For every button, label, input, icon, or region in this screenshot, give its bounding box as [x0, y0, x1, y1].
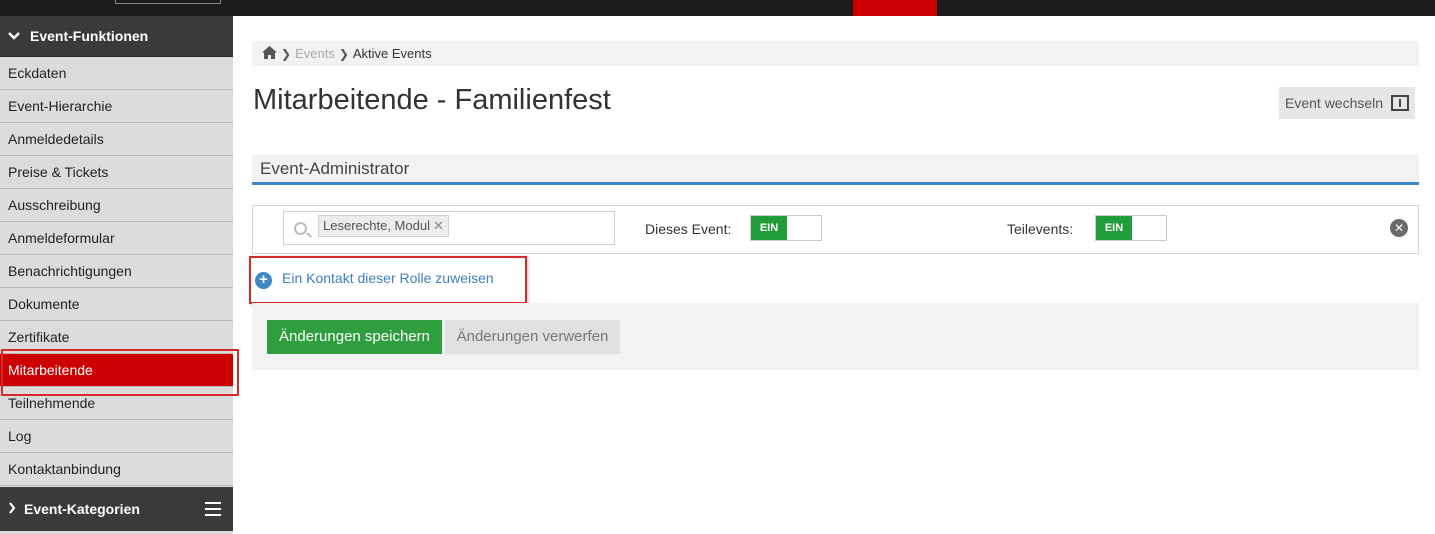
- breadcrumb-current: Aktive Events: [352, 46, 432, 61]
- chevron-down-icon: [8, 28, 22, 44]
- sidebar-item-ausschreibung[interactable]: Ausschreibung: [0, 189, 233, 222]
- sidebar-item-kontaktanbindung[interactable]: Kontaktanbindung: [0, 453, 233, 486]
- selected-role-label: Leserechte, Modul: [323, 218, 430, 233]
- this-event-label: Dieses Event:: [645, 221, 732, 237]
- sidebar-item-anmeldeformular[interactable]: Anmeldeformular: [0, 222, 233, 255]
- sidebar-item-zertifikate[interactable]: Zertifikate: [0, 321, 233, 354]
- sidebar-item-event-hierarchie[interactable]: Event-Hierarchie: [0, 90, 233, 123]
- top-bar: [0, 0, 1435, 16]
- breadcrumb-separator-icon: ❯: [281, 46, 292, 61]
- role-assignment-row: Leserechte, Modul ✕ Dieses Event: EIN Tei…: [252, 205, 1419, 254]
- sidebar-item-benachrichtigungen[interactable]: Benachrichtigungen: [0, 255, 233, 288]
- this-event-toggle-state: EIN: [751, 216, 787, 240]
- breadcrumb: ❯ Events ❯ Aktive Events: [252, 41, 1419, 66]
- section-title: Event-Administrator: [252, 155, 1419, 185]
- search-icon: [294, 222, 307, 235]
- sidebar-header-label: Event-Funktionen: [30, 28, 149, 44]
- sidebar-footer-categories[interactable]: Event-Kategorien: [0, 487, 233, 531]
- save-changes-button[interactable]: Änderungen speichern: [267, 320, 442, 354]
- close-icon[interactable]: ✕: [1390, 219, 1408, 237]
- hamburger-menu-icon[interactable]: [205, 502, 221, 516]
- assign-contact-link[interactable]: + Ein Kontakt dieser Rolle zuweisen: [249, 256, 527, 304]
- subevents-toggle[interactable]: EIN: [1095, 215, 1167, 241]
- layout-panel-icon: [1391, 95, 1409, 111]
- switch-event-label: Event wechseln: [1285, 95, 1384, 111]
- this-event-toggle[interactable]: EIN: [750, 215, 822, 241]
- sidebar-footer-label: Event-Kategorien: [24, 501, 140, 517]
- sidebar-item-dokumente[interactable]: Dokumente: [0, 288, 233, 321]
- switch-event-button[interactable]: Event wechseln: [1279, 87, 1415, 119]
- subevents-label: Teilevents:: [1007, 221, 1074, 237]
- remove-tag-icon[interactable]: ✕: [433, 218, 444, 233]
- page-title: Mitarbeitende - Familienfest: [253, 84, 611, 116]
- chevron-right-icon: [8, 501, 18, 517]
- sidebar: Event-Funktionen Eckdaten Event-Hierarch…: [0, 16, 239, 534]
- sidebar-item-teilnehmende[interactable]: Teilnehmende: [0, 387, 233, 420]
- sidebar-item-mitarbeitende[interactable]: Mitarbeitende: [0, 349, 239, 396]
- breadcrumb-events[interactable]: Events: [295, 46, 335, 61]
- breadcrumb-separator-icon: ❯: [338, 46, 349, 61]
- plus-circle-icon: +: [255, 272, 272, 289]
- sidebar-item-preise-tickets[interactable]: Preise & Tickets: [0, 156, 233, 189]
- sidebar-item-log[interactable]: Log: [0, 420, 233, 453]
- selected-role-tag: Leserechte, Modul ✕: [318, 215, 449, 237]
- sidebar-item-eckdaten[interactable]: Eckdaten: [0, 57, 233, 90]
- role-search-input[interactable]: Leserechte, Modul ✕: [283, 211, 615, 245]
- sidebar-item-anmeldedetails[interactable]: Anmeldedetails: [0, 123, 233, 156]
- subevents-toggle-state: EIN: [1096, 216, 1132, 240]
- assign-contact-label: Ein Kontakt dieser Rolle zuweisen: [282, 270, 494, 286]
- sidebar-header[interactable]: Event-Funktionen: [0, 16, 233, 57]
- top-search-field[interactable]: [115, 0, 221, 4]
- active-top-tab[interactable]: [853, 0, 937, 16]
- action-bar: Änderungen speichern Änderungen verwerfe…: [252, 303, 1419, 370]
- discard-changes-button[interactable]: Änderungen verwerfen: [445, 320, 620, 354]
- home-icon[interactable]: [262, 45, 277, 62]
